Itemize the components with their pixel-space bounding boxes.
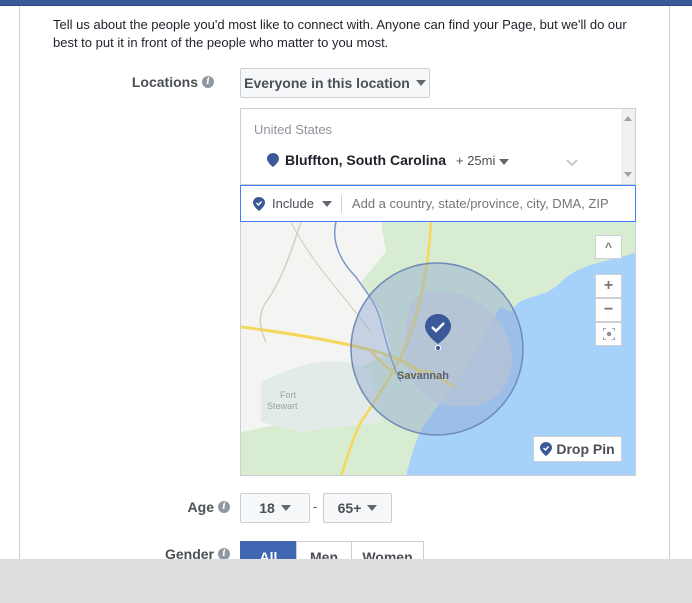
selected-location-name: Bluffton, South Carolina xyxy=(285,152,446,168)
map-collapse-button[interactable]: ^ xyxy=(595,235,622,259)
scroll-up-arrow[interactable] xyxy=(624,116,632,121)
location-pin-icon xyxy=(267,153,279,167)
location-pin-check-icon xyxy=(540,442,553,456)
caret-down-icon xyxy=(367,505,378,511)
location-search-row: Include xyxy=(240,185,636,222)
recenter-icon xyxy=(602,328,615,340)
recenter-button[interactable] xyxy=(595,322,622,346)
caret-down-icon xyxy=(499,158,509,165)
age-max-dropdown[interactable]: 65+ xyxy=(323,493,392,523)
location-pin-check-icon xyxy=(253,196,265,211)
selected-locations-box: United States Bluffton, South Carolina +… xyxy=(240,108,636,185)
map-location-pin-icon xyxy=(425,314,451,350)
zoom-in-button[interactable]: + xyxy=(595,274,622,298)
caret-down-icon xyxy=(415,80,426,86)
age-min-dropdown[interactable]: 18 xyxy=(240,493,310,523)
caret-down-icon xyxy=(321,200,332,207)
map-area-label: Fort xyxy=(279,390,296,400)
map-city-label: Savannah xyxy=(397,370,449,382)
info-icon[interactable]: i xyxy=(218,501,230,513)
selected-location-item: Bluffton, South Carolina + 25mi xyxy=(267,152,509,168)
divider xyxy=(340,194,342,213)
age-separator: - xyxy=(313,499,318,514)
chevron-down-icon[interactable] xyxy=(566,159,578,167)
zoom-out-button[interactable]: − xyxy=(595,298,622,322)
info-icon[interactable]: i xyxy=(202,76,214,88)
map-area-label-2: Stewart xyxy=(267,401,298,411)
location-map[interactable]: Savannah Fort Stewart ^ + − Drop Pin xyxy=(240,222,636,476)
radius-dropdown[interactable]: + 25mi xyxy=(456,153,509,168)
location-audience-dropdown[interactable]: Everyone in this location xyxy=(240,68,430,98)
country-heading: United States xyxy=(254,122,333,137)
scroll-down-arrow[interactable] xyxy=(624,172,632,177)
locations-label: Locations i xyxy=(130,73,214,91)
plus-icon: + xyxy=(603,277,614,294)
footer-bar xyxy=(0,559,692,603)
scrollbar[interactable] xyxy=(621,109,635,184)
drop-pin-button[interactable]: Drop Pin xyxy=(533,436,622,462)
caret-down-icon xyxy=(280,505,291,511)
intro-text: Tell us about the people you'd most like… xyxy=(53,17,627,50)
location-search-input[interactable] xyxy=(351,196,627,211)
include-dropdown[interactable]: Include xyxy=(272,196,332,211)
age-label: Age i xyxy=(146,498,230,516)
minus-icon: − xyxy=(603,301,614,318)
chevron-up-icon: ^ xyxy=(604,240,612,254)
